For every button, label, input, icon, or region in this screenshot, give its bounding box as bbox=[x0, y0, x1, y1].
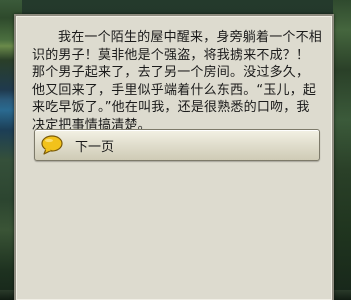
next-page-button[interactable]: 下一页 bbox=[34, 129, 320, 161]
dialog-text: 我在一个陌生的屋中醒来，身旁躺着一个不相识的男子！莫非他是个强盗，将我掳来不成？… bbox=[32, 30, 323, 133]
next-page-label: 下一页 bbox=[75, 139, 115, 155]
dialog-panel: 我在一个陌生的屋中醒来，身旁躺着一个不相识的男子！莫非他是个强盗，将我掳来不成？… bbox=[14, 14, 334, 300]
background-scenery-right bbox=[333, 0, 351, 300]
speech-bubble-icon bbox=[41, 135, 63, 155]
game-scene: 我在一个陌生的屋中醒来，身旁躺着一个不相识的男子！莫非他是个强盗，将我掳来不成？… bbox=[0, 0, 351, 300]
